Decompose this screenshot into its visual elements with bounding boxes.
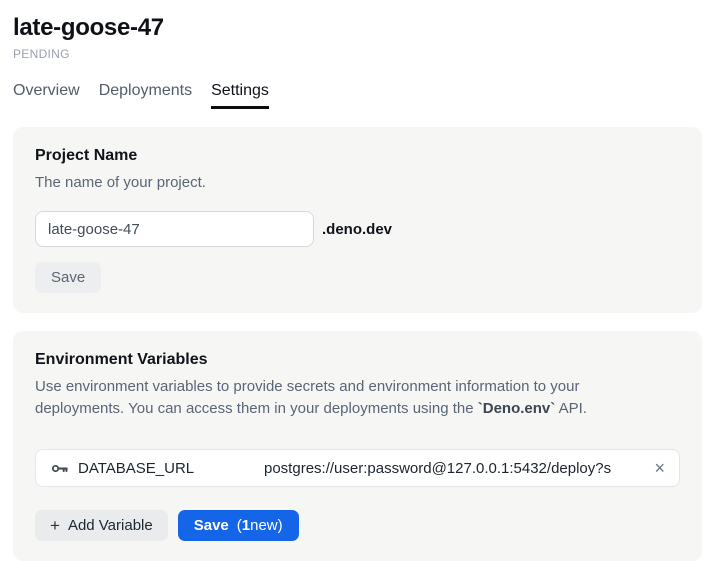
env-vars-description: Use environment variables to provide sec… [35, 376, 680, 420]
save-suffix: new) [250, 517, 283, 534]
env-vars-description-line2: deployments. You can access them in your… [35, 400, 478, 417]
project-name-save-button[interactable]: Save [35, 262, 101, 293]
project-name-card: Project Name The name of your project. .… [13, 127, 702, 313]
env-value-field[interactable]: postgres://user:password@127.0.0.1:5432/… [264, 460, 646, 477]
project-name-heading: Project Name [35, 147, 680, 165]
env-vars-card: Environment Variables Use environment va… [13, 331, 702, 561]
tab-deployments[interactable]: Deployments [99, 82, 192, 109]
save-label: Save [194, 517, 229, 534]
key-icon [50, 459, 69, 478]
tab-overview[interactable]: Overview [13, 82, 80, 109]
add-variable-button[interactable]: + Add Variable [35, 510, 168, 541]
project-name-description: The name of your project. [35, 172, 680, 194]
project-name-input-row: .deno.dev [35, 211, 680, 247]
env-key-name: DATABASE_URL [78, 460, 194, 477]
domain-suffix: .deno.dev [322, 221, 392, 238]
add-variable-label: Add Variable [68, 517, 153, 534]
save-variables-button[interactable]: Save(1 new) [178, 510, 299, 541]
env-vars-actions: + Add Variable Save(1 new) [35, 510, 680, 541]
status-badge: PENDING [13, 47, 702, 61]
plus-icon: + [50, 516, 60, 536]
env-vars-description-line2-end: API. [555, 400, 587, 417]
remove-variable-button[interactable]: × [652, 459, 667, 477]
tab-settings[interactable]: Settings [211, 82, 269, 109]
project-header: late-goose-47 PENDING Overview Deploymen… [13, 14, 702, 109]
env-variable-row: DATABASE_URL postgres://user:password@12… [35, 449, 680, 487]
deno-env-code: `Deno.env` [478, 400, 556, 417]
env-key-field[interactable]: DATABASE_URL [50, 459, 264, 478]
env-vars-description-line1: Use environment variables to provide sec… [35, 378, 579, 395]
save-new-count: 1 [242, 517, 250, 534]
env-vars-heading: Environment Variables [35, 351, 680, 369]
page-title: late-goose-47 [13, 14, 702, 42]
project-settings-page: late-goose-47 PENDING Overview Deploymen… [0, 0, 715, 561]
close-icon: × [654, 458, 665, 478]
project-tabs: Overview Deployments Settings [13, 82, 702, 109]
project-name-input[interactable] [35, 211, 314, 247]
